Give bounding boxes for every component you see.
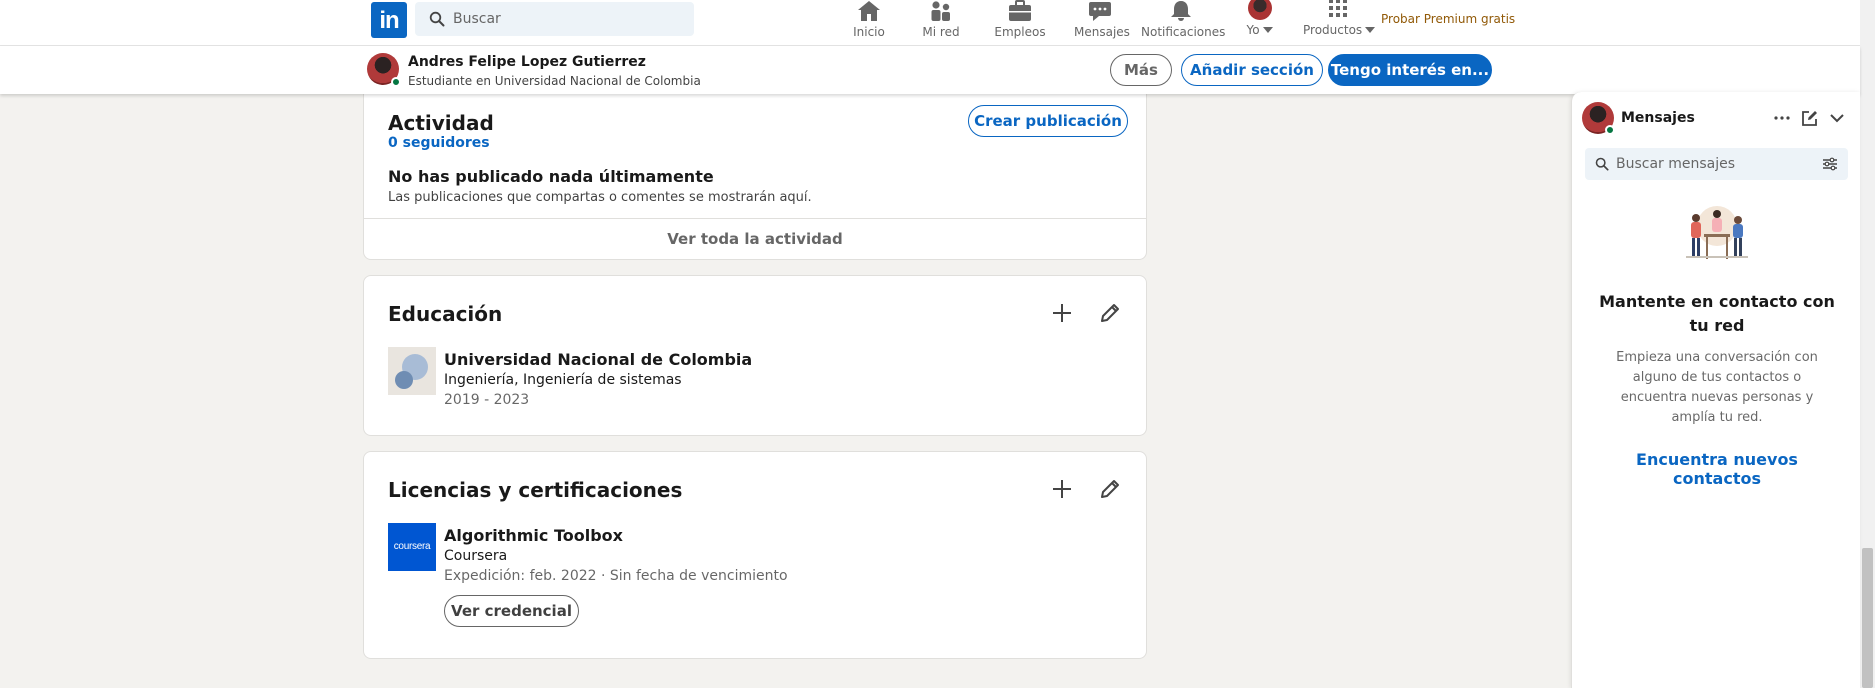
licenses-section: Licencias y certificaciones coursera Alg… (363, 451, 1147, 659)
certification-issued-date: Expedición: feb. 2022 · Sin fecha de ven… (444, 568, 788, 584)
search-icon (429, 11, 445, 27)
filter-icon[interactable] (1822, 157, 1838, 171)
bell-icon (1171, 1, 1191, 21)
activity-section: Actividad 0 seguidores Crear publicación… (363, 80, 1147, 260)
nav-jobs[interactable]: Empleos (993, 0, 1047, 46)
chevron-down-icon (1262, 27, 1273, 33)
section-title: Educación (388, 302, 503, 326)
section-title: Licencias y certificaciones (388, 478, 683, 502)
education-dates: 2019 - 2023 (444, 392, 530, 408)
online-status-indicator (1605, 125, 1615, 135)
nav-me-label: Yo (1246, 23, 1260, 37)
profile-headline: Estudiante en Universidad Nacional de Co… (408, 74, 701, 88)
plus-icon (1053, 304, 1071, 322)
add-section-button[interactable]: Añadir sección (1181, 54, 1323, 86)
chevron-down-icon[interactable] (1827, 108, 1847, 128)
nav-products-label: Productos (1303, 23, 1363, 37)
page-scrollbar[interactable] (1860, 0, 1875, 688)
messaging-panel: Mensajes Mantente en contacto con tu red… (1571, 92, 1860, 688)
messaging-title[interactable]: Mensajes (1621, 110, 1695, 126)
see-all-activity-link[interactable]: Ver toda la actividad (364, 218, 1146, 259)
global-nav: in Inicio Mi red Empleos Mensajes Notifi… (0, 0, 1860, 46)
create-post-button[interactable]: Crear publicación (968, 105, 1128, 137)
section-title: Actividad (388, 111, 494, 135)
compose-icon[interactable] (1800, 108, 1820, 128)
linkedin-logo[interactable]: in (371, 2, 407, 38)
school-name[interactable]: Universidad Nacional de Colombia (444, 350, 752, 369)
nav-home-label: Inicio (853, 25, 885, 39)
nav-messaging[interactable]: Mensajes (1074, 0, 1130, 46)
network-icon (931, 1, 950, 21)
plus-icon (1053, 480, 1071, 498)
more-button[interactable]: Más (1110, 54, 1172, 86)
certification-issuer: Coursera (444, 548, 508, 564)
certification-name: Algorithmic Toolbox (444, 526, 623, 545)
messages-search[interactable] (1585, 148, 1848, 180)
global-search[interactable] (415, 2, 694, 36)
school-logo-icon (395, 354, 428, 389)
nav-notifications[interactable]: Notificaciones (1141, 0, 1226, 46)
school-logo[interactable] (388, 347, 436, 395)
search-icon (1595, 157, 1609, 171)
nav-messaging-label: Mensajes (1074, 25, 1130, 39)
nav-home[interactable]: Inicio (843, 0, 895, 46)
edit-education-button[interactable] (1093, 296, 1127, 330)
nav-network[interactable]: Mi red (919, 0, 963, 46)
profile-name: Andres Felipe Lopez Gutierrez (408, 54, 646, 70)
messaging-empty-heading: Mantente en contacto con tu red (1599, 292, 1835, 335)
grid-icon (1329, 0, 1347, 17)
pencil-icon (1101, 304, 1119, 322)
home-icon (858, 1, 880, 21)
view-credential-button[interactable]: Ver credencial (444, 595, 579, 627)
sticky-profile-bar: Andres Felipe Lopez Gutierrez Estudiante… (0, 46, 1860, 94)
avatar (1248, 0, 1272, 20)
pencil-icon (1101, 480, 1119, 498)
nav-products[interactable]: Productos (1303, 0, 1376, 46)
people-chatting-illustration (1686, 206, 1748, 259)
find-new-contacts-link[interactable]: Encuentra nuevos contactos (1592, 450, 1842, 488)
messages-search-input[interactable] (1616, 148, 1811, 180)
followers-link[interactable]: 0 seguidores (388, 135, 490, 151)
nav-jobs-label: Empleos (994, 25, 1046, 39)
search-input[interactable] (453, 2, 683, 36)
edit-license-button[interactable] (1093, 472, 1127, 506)
add-license-button[interactable] (1045, 472, 1079, 506)
empty-activity-subtitle: Las publicaciones que compartas o coment… (388, 190, 812, 205)
online-status-indicator (391, 77, 401, 87)
more-options-icon[interactable] (1772, 108, 1792, 128)
open-to-button[interactable]: Tengo interés en... (1328, 54, 1492, 86)
empty-activity-title: No has publicado nada últimamente (388, 167, 714, 186)
chevron-down-icon (1365, 27, 1376, 33)
messaging-empty-body: Empieza una conversación con alguno de t… (1616, 350, 1818, 425)
add-education-button[interactable] (1045, 296, 1079, 330)
messaging-icon (1089, 2, 1111, 21)
coursera-logo[interactable]: coursera (388, 523, 436, 571)
scrollbar-thumb[interactable] (1862, 548, 1873, 688)
nav-notifications-label: Notificaciones (1141, 25, 1226, 39)
briefcase-icon (1009, 0, 1031, 21)
degree: Ingeniería, Ingeniería de sistemas (444, 372, 682, 388)
education-section: Educación Universidad Nacional de Colomb… (363, 275, 1147, 436)
nav-network-label: Mi red (922, 25, 960, 39)
premium-link[interactable]: Probar Premium gratis (1381, 12, 1515, 26)
nav-me[interactable]: Yo (1240, 0, 1280, 46)
